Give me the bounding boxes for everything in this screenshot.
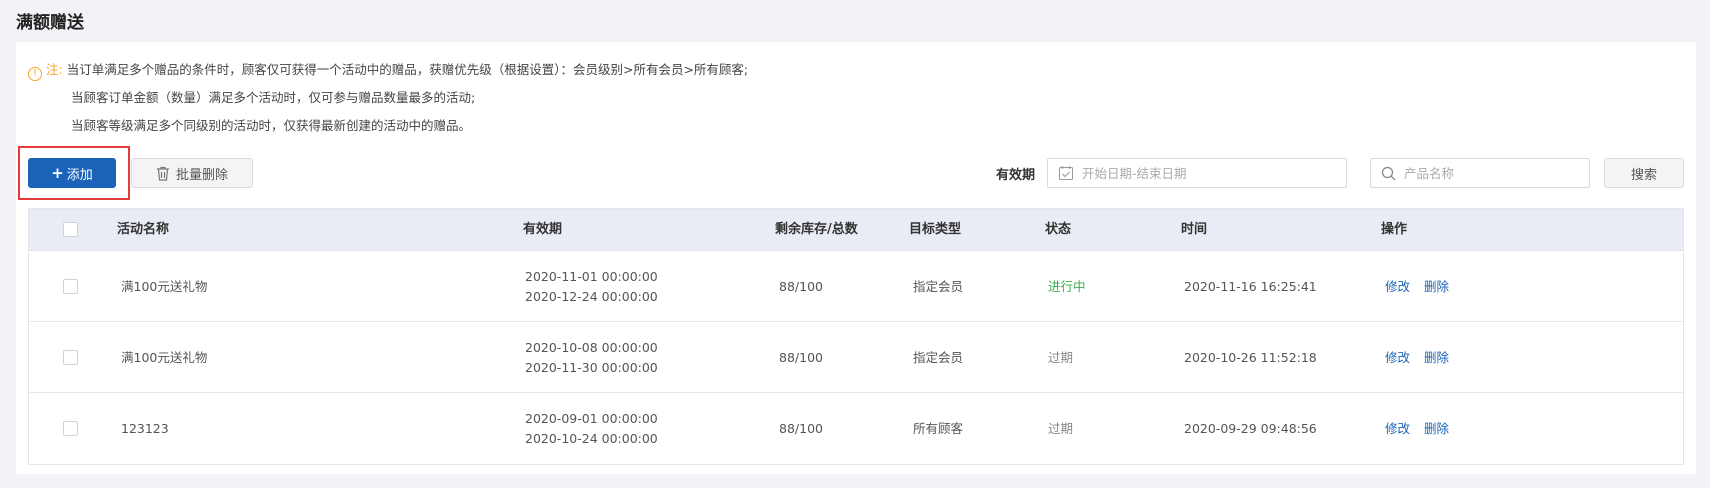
edit-link[interactable]: 修改 — [1385, 419, 1410, 439]
search-icon — [1381, 166, 1396, 180]
row-actions: 修改 删除 — [1385, 251, 1463, 322]
validity-start: 2020-09-01 00:00:00 — [525, 410, 658, 426]
row-actions: 修改 删除 — [1385, 393, 1463, 464]
edit-link[interactable]: 修改 — [1385, 277, 1410, 297]
page-title: 满额赠送 — [16, 13, 84, 33]
created-time: 2020-11-16 16:25:41 — [1184, 278, 1317, 294]
activity-name: 123123 — [121, 420, 169, 436]
validity-period: 2020-09-01 00:00:00 2020-10-24 00:00:00 — [525, 393, 658, 464]
validity-end: 2020-12-24 00:00:00 — [525, 288, 658, 304]
column-header-target: 目标类型 — [909, 222, 962, 237]
notice-line-2: 当顾客订单金额（数量）满足多个活动时，仅可参与赠品数量最多的活动; — [71, 90, 476, 105]
row-checkbox[interactable] — [63, 421, 78, 436]
row-checkbox[interactable] — [63, 350, 78, 365]
column-header-name: 活动名称 — [117, 222, 170, 237]
plus-icon: + — [51, 164, 64, 182]
product-search-input[interactable] — [1404, 165, 1564, 181]
validity-end: 2020-10-24 00:00:00 — [525, 430, 658, 446]
validity-end: 2020-11-30 00:00:00 — [525, 359, 658, 375]
activity-table: 活动名称 有效期 剩余库存/总数 目标类型 状态 时间 操作 满100元送礼物 … — [28, 208, 1684, 465]
created-time: 2020-09-29 09:48:56 — [1184, 420, 1317, 436]
column-header-actions: 操作 — [1381, 222, 1408, 237]
edit-link[interactable]: 修改 — [1385, 348, 1410, 368]
delete-link[interactable]: 删除 — [1424, 348, 1449, 368]
table-row: 满100元送礼物 2020-11-01 00:00:00 2020-12-24 … — [29, 251, 1683, 322]
date-range-field[interactable] — [1082, 165, 1322, 181]
stock-count: 88/100 — [779, 420, 823, 436]
notice-line-1: 当订单满足多个赠品的条件时，顾客仅可获得一个活动中的赠品，获赠优先级（根据设置）… — [66, 62, 749, 77]
stock-count: 88/100 — [779, 278, 823, 294]
batch-delete-label: 批量删除 — [175, 167, 228, 183]
validity-period: 2020-10-08 00:00:00 2020-11-30 00:00:00 — [525, 322, 658, 393]
activity-name: 满100元送礼物 — [121, 349, 208, 365]
calendar-icon — [1059, 166, 1073, 180]
add-button[interactable]: + 添加 — [28, 158, 116, 188]
status-badge: 进行中 — [1048, 278, 1086, 294]
column-header-stock: 剩余库存/总数 — [775, 222, 858, 237]
date-range-input[interactable] — [1047, 158, 1347, 188]
created-time: 2020-10-26 11:52:18 — [1184, 349, 1317, 365]
main-panel: ! 注: 当订单满足多个赠品的条件时，顾客仅可获得一个活动中的赠品，获赠优先级（根据… — [16, 42, 1696, 474]
delete-link[interactable]: 删除 — [1424, 277, 1449, 297]
validity-period: 2020-11-01 00:00:00 2020-12-24 00:00:00 — [525, 251, 658, 322]
table-header: 活动名称 有效期 剩余库存/总数 目标类型 状态 时间 操作 — [29, 209, 1683, 251]
validity-start: 2020-11-01 00:00:00 — [525, 268, 658, 284]
product-search[interactable] — [1370, 158, 1590, 188]
column-header-time: 时间 — [1181, 222, 1208, 237]
target-type: 指定会员 — [913, 349, 964, 365]
notice-line-3: 当顾客等级满足多个同级别的活动时，仅获得最新创建的活动中的赠品。 — [71, 118, 472, 133]
status-badge: 过期 — [1048, 420, 1074, 436]
validity-start: 2020-10-08 00:00:00 — [525, 339, 658, 355]
notice: ! 注: 当订单满足多个赠品的条件时，顾客仅可获得一个活动中的赠品，获赠优先级（根据… — [28, 56, 748, 140]
target-type: 所有顾客 — [913, 420, 964, 436]
warning-circle-icon: ! — [28, 67, 42, 81]
column-header-status: 状态 — [1045, 222, 1072, 237]
target-type: 指定会员 — [913, 278, 964, 294]
column-header-validity: 有效期 — [523, 222, 563, 237]
add-button-label: 添加 — [66, 167, 93, 183]
search-button[interactable]: 搜索 — [1604, 158, 1684, 188]
table-row: 123123 2020-09-01 00:00:00 2020-10-24 00… — [29, 393, 1683, 464]
batch-delete-button[interactable]: 批量删除 — [131, 158, 253, 188]
status-badge: 过期 — [1048, 349, 1074, 365]
stock-count: 88/100 — [779, 349, 823, 365]
table-row: 满100元送礼物 2020-10-08 00:00:00 2020-11-30 … — [29, 322, 1683, 393]
notice-label: 注: — [46, 62, 63, 77]
trash-icon — [156, 166, 169, 181]
activity-name: 满100元送礼物 — [121, 278, 208, 294]
validity-label: 有效期 — [996, 168, 1036, 183]
row-actions: 修改 删除 — [1385, 322, 1463, 393]
delete-link[interactable]: 删除 — [1424, 419, 1449, 439]
row-checkbox[interactable] — [63, 279, 78, 294]
select-all-checkbox[interactable] — [63, 222, 78, 237]
